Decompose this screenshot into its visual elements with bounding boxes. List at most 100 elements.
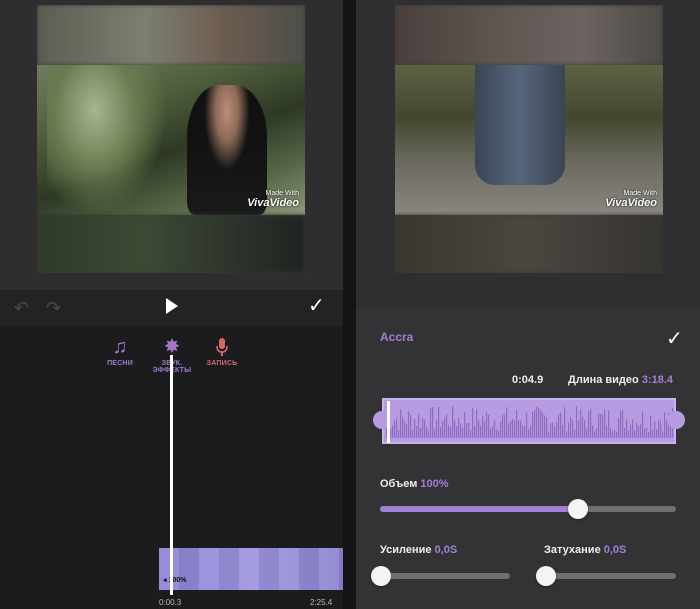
fade-slider[interactable] [544, 573, 676, 579]
track-thumbnail-strip [159, 548, 343, 590]
waveform-bar [622, 410, 624, 438]
video-image: Made With VivaVideo [37, 65, 305, 215]
waveform-bar [612, 431, 614, 438]
waveform-bar [422, 417, 424, 438]
video-frame-right[interactable]: Made With VivaVideo [395, 5, 663, 273]
waveform-bar [450, 427, 452, 438]
waveform-bar [434, 428, 436, 438]
watermark-big-right: VivaVideo [605, 197, 657, 209]
waveform-bar [550, 423, 552, 438]
waveform-bar [496, 429, 498, 438]
waveform-bar [636, 422, 638, 438]
waveform-bar [600, 413, 602, 438]
undo-icon[interactable]: ↶ [14, 298, 29, 319]
video-length-label: Длина видео [568, 374, 639, 386]
waveform-bar [660, 421, 662, 438]
waveform-bar [432, 406, 434, 438]
waveform-bar [596, 427, 598, 438]
volume-slider[interactable] [380, 506, 676, 512]
audio-settings-panel: Accra ✓ 0:04.9 Длина видео 3:18.4 Объем … [356, 308, 700, 609]
waveform-bar [466, 422, 468, 438]
fade-label: Затухание 0,0S [544, 544, 626, 556]
redo-icon[interactable]: ↷ [46, 298, 61, 319]
waveform-bar [654, 421, 656, 438]
record-label: ЗАПИСЬ [206, 360, 238, 367]
waveform-bar [476, 409, 478, 438]
screen-divider [343, 0, 356, 609]
app-root: Made With VivaVideo ↶ ↷ ✓ ♫ ПЕСНИ ✸ ЗАПИ… [0, 0, 700, 609]
tree-shape [47, 65, 167, 215]
waveform-bar [542, 412, 544, 438]
waveform-bar [602, 414, 604, 438]
waveform-selector[interactable] [382, 398, 676, 444]
waveform-bar [524, 425, 526, 438]
play-icon[interactable] [164, 296, 180, 316]
waveform-bar [424, 419, 426, 438]
waveform-bar [440, 427, 442, 438]
waveform-bar [504, 415, 506, 438]
waveform-bar [454, 420, 456, 438]
waveform-bar [436, 420, 438, 438]
waveform-bar [638, 426, 640, 438]
blurred-background-top-right [395, 5, 663, 65]
waveform-bar [624, 428, 626, 438]
waveform-bar [640, 424, 642, 438]
video-frame[interactable]: Made With VivaVideo [37, 5, 305, 273]
waveform-bar [406, 424, 408, 438]
video-length-value: 3:18.4 [641, 374, 674, 386]
waveform-bar [396, 418, 398, 438]
waveform-bar [558, 414, 560, 438]
waveform-bar [492, 426, 494, 438]
waveform-bar [538, 407, 540, 438]
waveform-bar [574, 429, 576, 438]
playhead[interactable] [170, 355, 173, 595]
waveform-bar [644, 428, 646, 438]
record-button[interactable]: ЗАПИСЬ [200, 334, 244, 367]
waveform-bar [570, 416, 572, 438]
volume-slider-knob[interactable] [568, 499, 589, 519]
gain-slider-knob[interactable] [371, 566, 391, 586]
songs-button[interactable]: ♫ ПЕСНИ [100, 334, 140, 367]
waveform-bar [520, 420, 522, 438]
watermark: Made With VivaVideo [247, 190, 299, 209]
volume-label-text: Объем [380, 478, 418, 490]
waveform-bar [472, 407, 474, 438]
waveform-bar [630, 424, 632, 438]
waveform-bar [590, 408, 592, 438]
waveform-bar [516, 410, 518, 438]
waveform-bar [418, 414, 420, 438]
waveform-bar [562, 425, 564, 438]
waveform-bar [534, 409, 536, 438]
waveform-bar [540, 409, 542, 438]
waveform-bar [522, 425, 524, 438]
watermark-big: VivaVideo [247, 197, 299, 209]
waveform-bar [460, 423, 462, 438]
waveform-bar [658, 419, 660, 438]
waveform-bar [582, 416, 584, 438]
waveform-bar [556, 421, 558, 438]
confirm-check-icon-right[interactable]: ✓ [666, 326, 683, 351]
waveform-end-handle[interactable] [667, 411, 685, 429]
waveform-bar [650, 415, 652, 438]
confirm-check-icon[interactable]: ✓ [308, 293, 325, 318]
waveform-bar [414, 419, 416, 438]
audio-track-clip[interactable]: ◂ 100% [159, 548, 343, 590]
gain-label-text: Усиление [380, 544, 432, 556]
waveform-bar [442, 421, 444, 438]
waveform-bar [506, 407, 508, 438]
waveform-bar [500, 421, 502, 438]
video-image-right: Made With VivaVideo [395, 65, 663, 215]
waveform-bar [490, 428, 492, 438]
waveform-bar [620, 410, 622, 438]
waveform-bar [588, 411, 590, 438]
waveform-bar [594, 431, 596, 438]
legs-shape [475, 65, 565, 185]
waveform-bar [628, 430, 630, 438]
playback-controls: ↶ ↷ ✓ [0, 290, 343, 326]
waveform-bar [584, 419, 586, 438]
waveform-bar [398, 429, 400, 438]
waveform-cursor[interactable] [387, 401, 390, 443]
music-add-icon: ♫ [112, 336, 128, 358]
fade-slider-knob[interactable] [536, 566, 556, 586]
gain-slider[interactable] [380, 573, 510, 579]
